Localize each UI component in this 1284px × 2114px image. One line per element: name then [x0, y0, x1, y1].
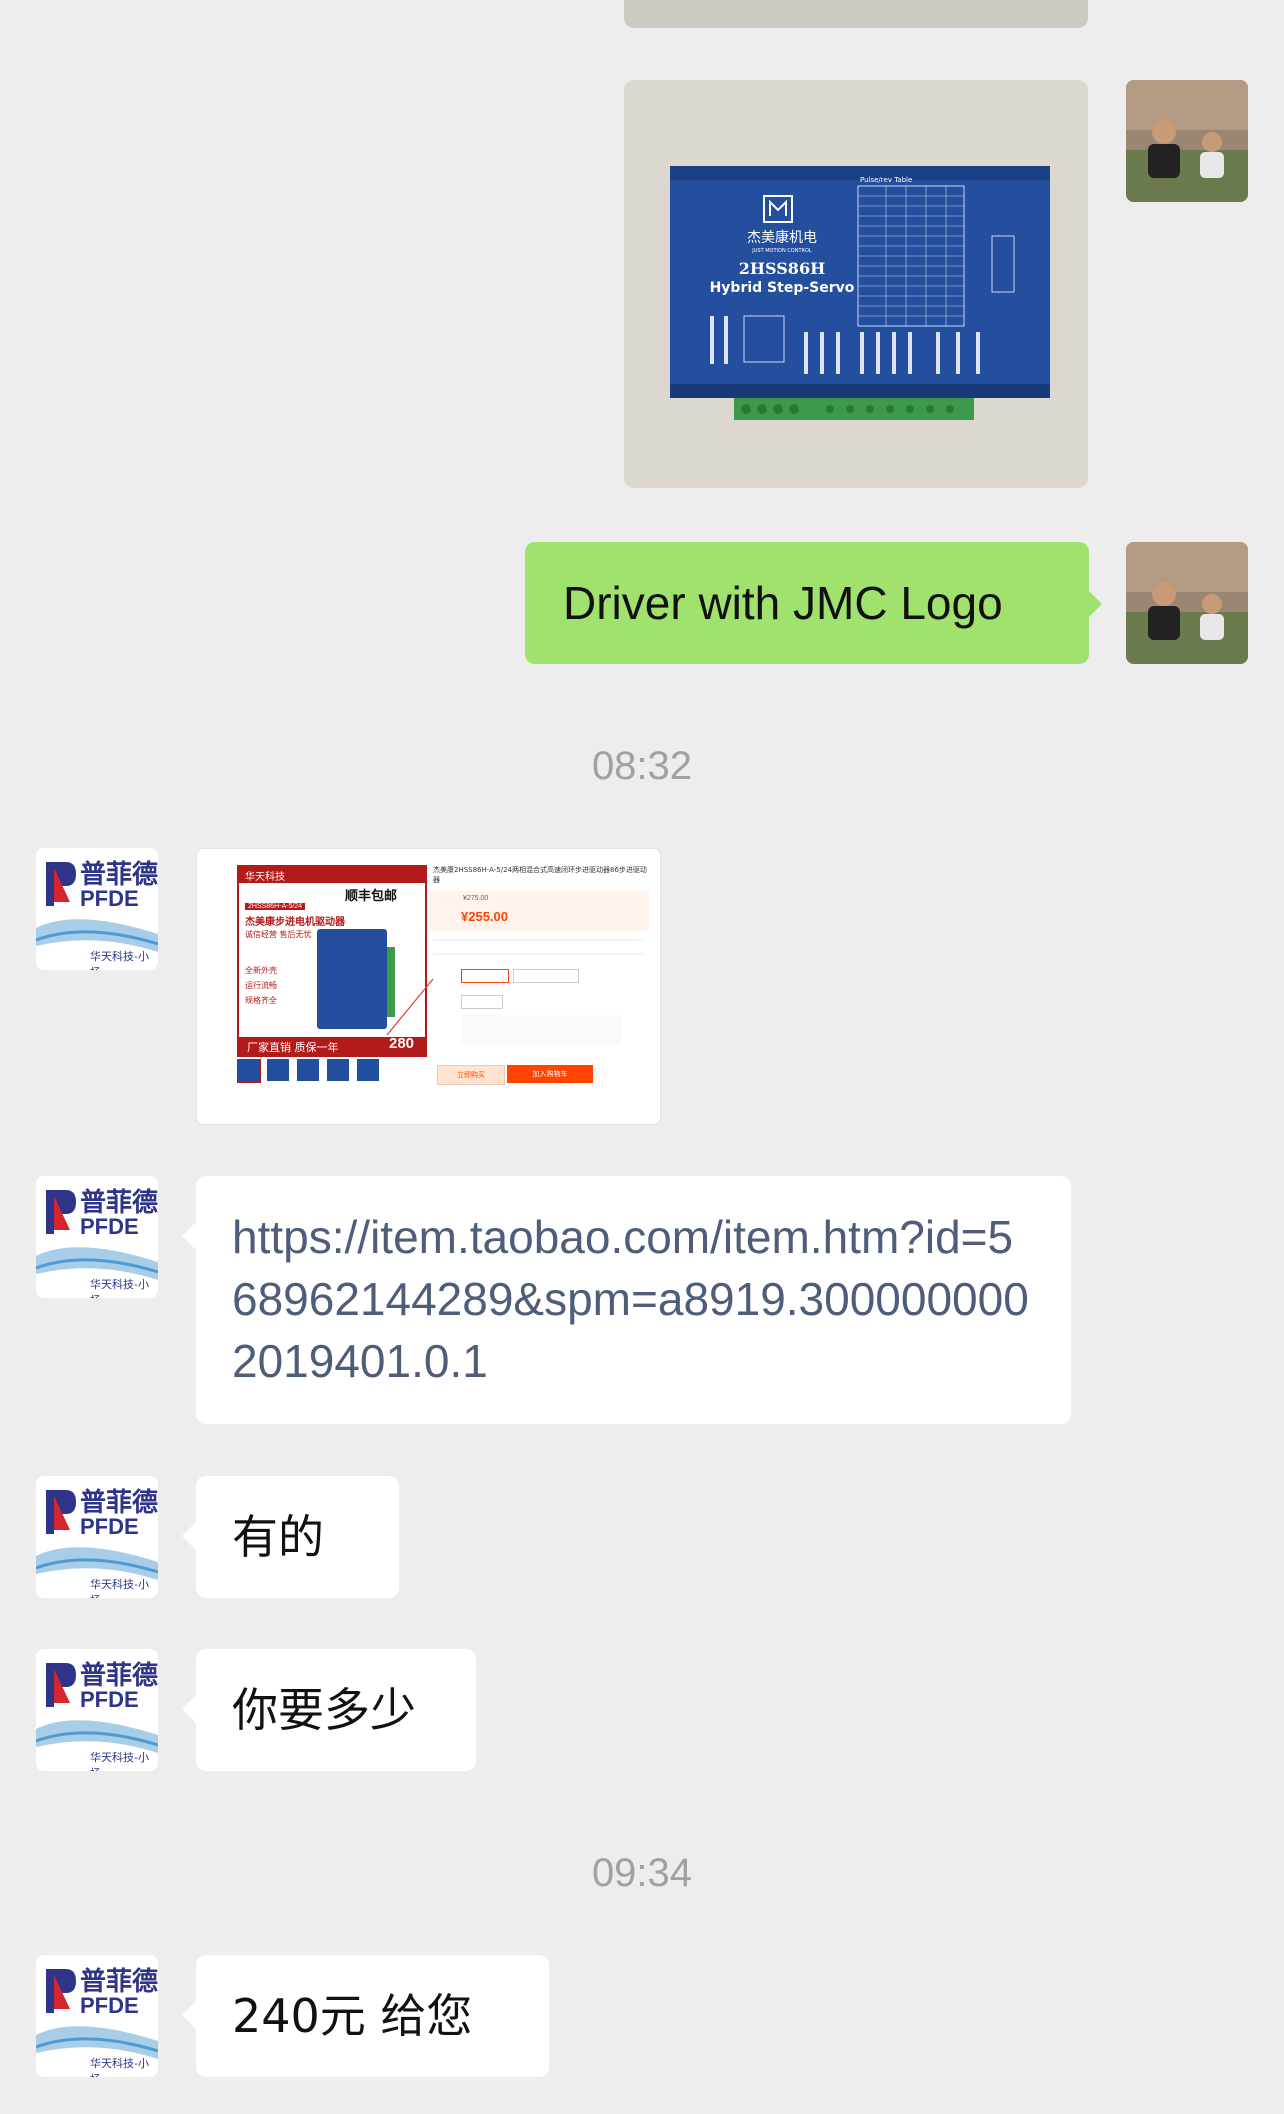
brand-cn-label: 杰美康机电 [747, 229, 817, 246]
message-text: 你要多少 [232, 1683, 416, 1737]
message-bubble-driver-jmc[interactable]: Driver with JMC Logo [525, 542, 1089, 664]
avatar-pfde[interactable]: 普菲德 PFDE 华天科技-小杨 [36, 1476, 158, 1598]
pfde-en-label: PFDE [80, 1214, 139, 1239]
message-text: 有的 [232, 1510, 324, 1564]
pfde-sub-label: 华天科技-小杨 [90, 950, 149, 970]
pfde-sub-label: 华天科技-小杨 [90, 1278, 149, 1298]
avatar-self[interactable] [1126, 542, 1248, 664]
image-message-product-listing[interactable]: 华天科技 顺丰包邮 2HSS86H-A-5/24 杰美康步进电机驱动器 诚信经营… [196, 848, 661, 1125]
pfde-sub-label: 华天科技-小杨 [90, 1751, 149, 1771]
bubble-tail [182, 2001, 196, 2029]
svg-text:2HSS86H: 2HSS86H [739, 259, 825, 278]
taobao-link[interactable]: https://item.taobao.com/item.htm?id=5689… [232, 1211, 1029, 1387]
pfde-sub-label: 华天科技-小杨 [90, 1578, 149, 1598]
self-avatar-photo [1126, 542, 1248, 664]
message-text: Driver with JMC Logo [563, 577, 1003, 629]
listing-arrow-icon [386, 978, 434, 1036]
timestamp: 09:34 [591, 1851, 693, 1895]
pfde-en-label: PFDE [80, 1993, 139, 2018]
pfde-sub-label: 华天科技-小杨 [90, 2057, 149, 2077]
message-bubble-price[interactable]: 240元 给您 [196, 1955, 549, 2077]
pfde-en-label: PFDE [80, 1514, 139, 1539]
message-bubble-youde[interactable]: 有的 [196, 1476, 399, 1598]
previous-image-message[interactable] [624, 0, 1088, 28]
svg-text:Hybrid Step-Servo: Hybrid Step-Servo [710, 280, 855, 296]
message-bubble-link[interactable]: https://item.taobao.com/item.htm?id=5689… [196, 1176, 1071, 1424]
photo-message-driver[interactable]: 杰美康机电 JUST MOTION CONTROL 2HSS86H Hybrid… [624, 80, 1088, 488]
bubble-tail [182, 1522, 196, 1550]
svg-text:JUST MOTION CONTROL: JUST MOTION CONTROL [751, 248, 812, 254]
avatar-pfde[interactable]: 普菲德 PFDE 华天科技-小杨 [36, 1649, 158, 1771]
bubble-tail [182, 1695, 196, 1723]
bubble-tail [1088, 590, 1102, 618]
svg-text:Pulse/rev Table: Pulse/rev Table [860, 176, 912, 184]
avatar-self[interactable] [1126, 80, 1248, 202]
pfde-en-label: PFDE [80, 886, 139, 911]
avatar-pfde[interactable]: 普菲德 PFDE 华天科技-小杨 [36, 1955, 158, 2077]
message-text: 240元 给您 [232, 1989, 473, 2043]
message-bubble-how-many[interactable]: 你要多少 [196, 1649, 476, 1771]
driver-photo: 杰美康机电 JUST MOTION CONTROL 2HSS86H Hybrid… [624, 80, 1088, 488]
bubble-tail [182, 1222, 196, 1250]
avatar-pfde[interactable]: 普菲德 PFDE 华天科技-小杨 [36, 848, 158, 970]
avatar-pfde[interactable]: 普菲德 PFDE 华天科技-小杨 [36, 1176, 158, 1298]
pfde-en-label: PFDE [80, 1687, 139, 1712]
timestamp: 08:32 [591, 744, 693, 788]
self-avatar-photo [1126, 80, 1248, 202]
